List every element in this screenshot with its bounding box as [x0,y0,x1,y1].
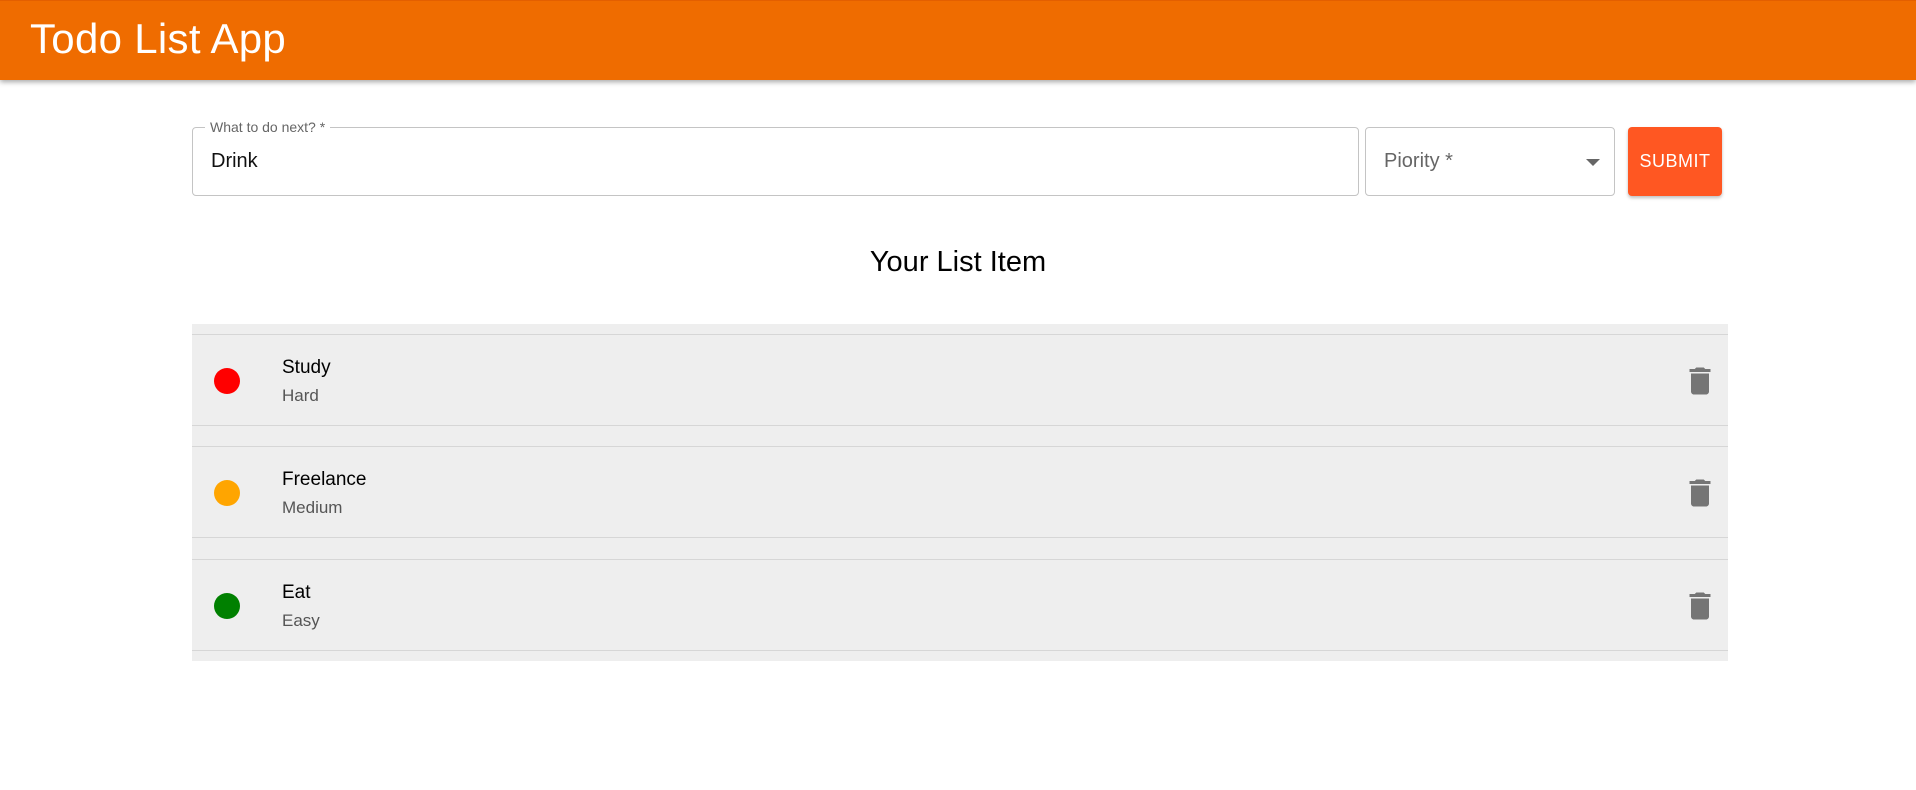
trash-icon[interactable] [1682,588,1718,624]
item-difficulty: Easy [282,611,320,630]
delete-button[interactable] [1682,588,1718,624]
caret-down-icon[interactable] [1586,159,1600,166]
trash-icon[interactable] [1682,363,1718,399]
item-difficulty: Medium [282,498,343,517]
submit-button[interactable]: SUBMIT [1628,127,1722,196]
delete-button[interactable] [1682,363,1718,399]
trash-icon[interactable] [1682,475,1718,511]
list-heading: Your List Item [869,246,1047,278]
priority-select[interactable]: Piority * [1365,127,1615,196]
item-title: Study [282,357,331,378]
priority-dot-icon [214,593,240,619]
todo-list: Study Hard Freelance Medium Eat Easy [192,324,1728,661]
priority-dot-icon [214,368,240,394]
list-item[interactable]: Freelance Medium [192,446,1728,538]
item-title: Eat [282,582,311,603]
task-input-label: What to do next? * [205,119,331,135]
app-bar: Todo List App [0,0,1916,80]
list-item[interactable]: Study Hard [192,334,1728,426]
priority-select-label: Piority * [1384,150,1453,172]
list-item[interactable]: Eat Easy [192,559,1728,651]
app-title: Todo List App [30,15,287,62]
priority-dot-icon [214,480,240,506]
delete-button[interactable] [1682,475,1718,511]
item-title: Freelance [282,469,367,490]
item-difficulty: Hard [282,386,319,405]
task-input-value[interactable]: Drink [211,150,258,173]
task-input[interactable]: What to do next? * Drink [192,119,1359,196]
